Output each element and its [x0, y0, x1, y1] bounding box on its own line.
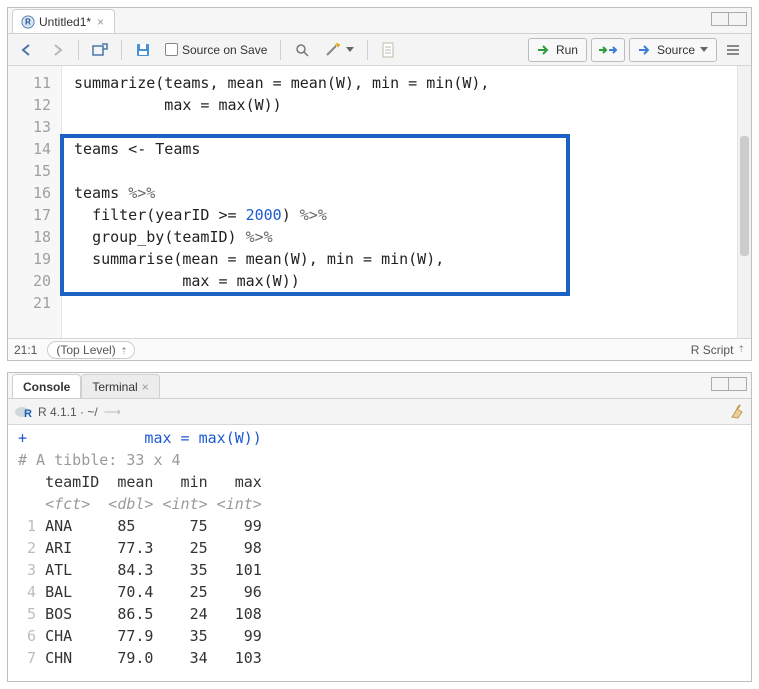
- save-button[interactable]: [130, 38, 156, 62]
- source-on-save-toggle[interactable]: Source on Save: [160, 38, 272, 62]
- chevron-down-icon: [346, 47, 354, 52]
- source-label: Source: [657, 43, 695, 57]
- forward-button[interactable]: [44, 38, 70, 62]
- console-session-info: R 4.1.1 · ~/: [38, 405, 98, 419]
- console-line: 4 BAL 70.4 25 96: [18, 581, 741, 603]
- line-number: 14: [8, 138, 61, 160]
- r-logo-icon: R: [14, 404, 32, 420]
- code-line[interactable]: summarize(teams, mean = mean(W), min = m…: [74, 72, 737, 94]
- language-mode[interactable]: R Script: [691, 343, 734, 357]
- console-line: + max = max(W)): [18, 427, 741, 449]
- code-line[interactable]: summarise(mean = mean(W), min = min(W),: [74, 248, 737, 270]
- line-number: 18: [8, 226, 61, 248]
- cursor-position: 21:1: [14, 343, 37, 357]
- editor-pane: R Untitled1* × Source on Save Run: [7, 7, 752, 361]
- editor-statusbar: 21:1 (Top Level) ⇡ R Script ⇡: [8, 338, 751, 360]
- line-number: 17: [8, 204, 61, 226]
- vertical-scrollbar[interactable]: [737, 66, 751, 338]
- tab-title: Untitled1*: [39, 15, 91, 29]
- console-line: 2 ARI 77.3 25 98: [18, 537, 741, 559]
- toolbar-separator: [280, 40, 281, 60]
- code-line[interactable]: filter(yearID >= 2000) %>%: [74, 204, 737, 226]
- line-number: 13: [8, 116, 61, 138]
- console-toolbar: R R 4.1.1 · ~/ ⟶: [8, 399, 751, 425]
- code-area[interactable]: summarize(teams, mean = mean(W), min = m…: [62, 66, 737, 338]
- tab-terminal[interactable]: Terminal ×: [81, 374, 159, 398]
- scope-label: (Top Level): [56, 343, 115, 357]
- source-arrow-icon: [638, 44, 652, 56]
- source-button[interactable]: Source: [629, 38, 717, 62]
- code-line[interactable]: teams %>%: [74, 182, 737, 204]
- tab-console[interactable]: Console: [12, 374, 81, 398]
- editor-toolbar: Source on Save Run Source: [8, 34, 751, 66]
- pane-window-controls: [711, 377, 747, 391]
- console-tabbar: Console Terminal ×: [8, 373, 751, 399]
- code-line[interactable]: group_by(teamID) %>%: [74, 226, 737, 248]
- editor-tab-untitled1[interactable]: R Untitled1* ×: [12, 9, 115, 33]
- rerun-icon: [598, 44, 618, 56]
- report-button[interactable]: [376, 38, 400, 62]
- rerun-button[interactable]: [591, 38, 625, 62]
- tab-console-label: Console: [23, 380, 70, 394]
- outline-button[interactable]: [721, 38, 745, 62]
- editor-body[interactable]: 1112131415161718192021 summarize(teams, …: [8, 66, 751, 338]
- console-line: 1 ANA 85 75 99: [18, 515, 741, 537]
- wand-button[interactable]: [319, 38, 359, 62]
- code-line[interactable]: max = max(W)): [74, 94, 737, 116]
- line-number: 11: [8, 72, 61, 94]
- find-button[interactable]: [289, 38, 315, 62]
- editor-tabbar: R Untitled1* ×: [8, 8, 751, 34]
- minimize-pane-button[interactable]: [711, 377, 729, 391]
- console-line: teamID mean min max: [18, 471, 741, 493]
- updown-icon: ⇡: [737, 344, 745, 355]
- line-number: 21: [8, 292, 61, 314]
- svg-text:R: R: [24, 408, 32, 420]
- maximize-pane-button[interactable]: [729, 377, 747, 391]
- line-number: 15: [8, 160, 61, 182]
- run-button[interactable]: Run: [528, 38, 587, 62]
- chevron-down-icon: [700, 47, 708, 52]
- toolbar-separator: [121, 40, 122, 60]
- code-line[interactable]: [74, 116, 737, 138]
- console-line: # A tibble: 33 x 4: [18, 449, 741, 471]
- maximize-pane-button[interactable]: [729, 12, 747, 26]
- svg-text:R: R: [25, 17, 31, 26]
- line-number: 16: [8, 182, 61, 204]
- code-line[interactable]: [74, 160, 737, 182]
- console-output[interactable]: + max = max(W))# A tibble: 33 x 4 teamID…: [8, 425, 751, 681]
- code-line[interactable]: [74, 292, 737, 314]
- checkbox-icon: [165, 43, 178, 56]
- toolbar-separator: [78, 40, 79, 60]
- console-line: 3 ATL 84.3 35 101: [18, 559, 741, 581]
- line-number: 12: [8, 94, 61, 116]
- close-icon[interactable]: ×: [95, 15, 106, 29]
- tab-terminal-label: Terminal: [92, 380, 137, 394]
- line-number: 20: [8, 270, 61, 292]
- scope-selector[interactable]: (Top Level) ⇡: [47, 341, 134, 359]
- run-label: Run: [556, 43, 578, 57]
- code-line[interactable]: teams <- Teams: [74, 138, 737, 160]
- line-number-gutter: 1112131415161718192021: [8, 66, 62, 338]
- run-arrow-icon: [537, 44, 551, 56]
- minimize-pane-button[interactable]: [711, 12, 729, 26]
- scrollbar-thumb[interactable]: [740, 136, 749, 256]
- source-on-save-label: Source on Save: [182, 43, 267, 57]
- console-pane: Console Terminal × R R 4.1.1 · ~/ ⟶ + ma…: [7, 372, 752, 682]
- console-line: <fct> <dbl> <int> <int>: [18, 493, 741, 515]
- back-button[interactable]: [14, 38, 40, 62]
- console-cursor-icon: ⟶: [104, 405, 121, 419]
- console-line: 6 CHA 77.9 35 99: [18, 625, 741, 647]
- popout-button[interactable]: [87, 38, 113, 62]
- clear-console-button[interactable]: [729, 404, 745, 420]
- pane-window-controls: [711, 12, 747, 26]
- r-file-icon: R: [21, 15, 35, 29]
- close-icon[interactable]: ×: [142, 380, 149, 394]
- console-line: 7 CHN 79.0 34 103: [18, 647, 741, 669]
- toolbar-separator: [367, 40, 368, 60]
- console-line: 5 BOS 86.5 24 108: [18, 603, 741, 625]
- line-number: 19: [8, 248, 61, 270]
- updown-icon: ⇡: [120, 346, 128, 357]
- code-line[interactable]: max = max(W)): [74, 270, 737, 292]
